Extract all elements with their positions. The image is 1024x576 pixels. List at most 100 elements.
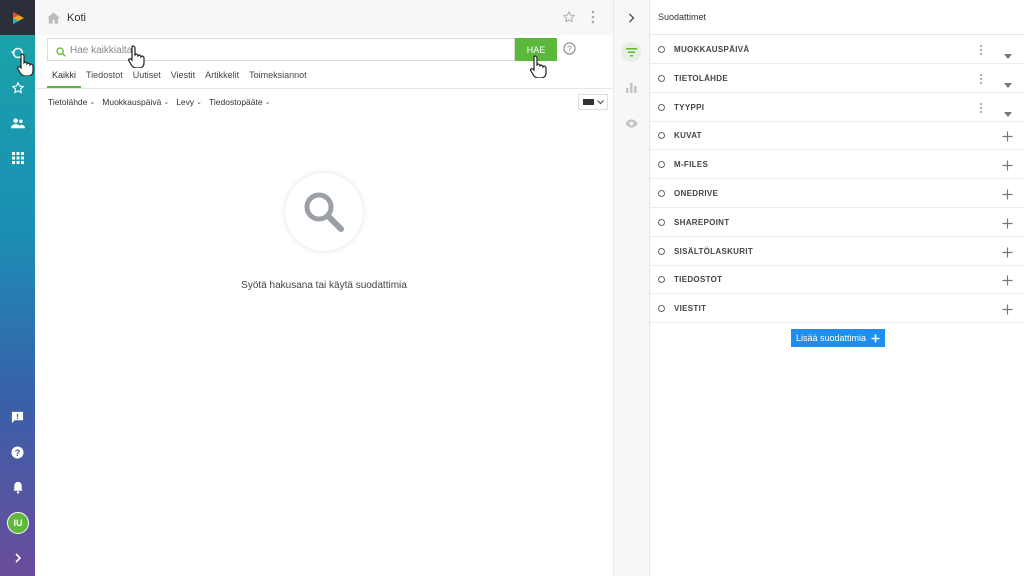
- help-icon[interactable]: ?: [0, 437, 35, 467]
- tab-tiedostot[interactable]: Tiedostot: [81, 66, 128, 88]
- filter-row[interactable]: TIETOLÄHDE: [650, 64, 1024, 93]
- svg-text:?: ?: [15, 447, 21, 457]
- right-rail: [614, 0, 649, 576]
- chevron-down-icon: ⌄: [163, 99, 170, 106]
- filter-row-label: ONEDRIVE: [674, 189, 719, 198]
- more-options-icon[interactable]: [979, 101, 983, 119]
- radio-circle-icon: [658, 74, 665, 82]
- home-icon[interactable]: [47, 11, 60, 29]
- filter-row-label: TIETOLÄHDE: [674, 73, 728, 83]
- tab-toimeksiannot[interactable]: Toimeksiannot: [244, 66, 312, 88]
- filter-row[interactable]: M-FILES: [650, 150, 1024, 180]
- magnifier-icon: [304, 192, 344, 232]
- more-options-icon[interactable]: [979, 43, 983, 61]
- filter-row-label: TIEDOSTOT: [674, 275, 723, 285]
- hand-cursor-icon: [128, 45, 145, 68]
- search-help-icon[interactable]: ?: [563, 42, 576, 60]
- hand-cursor-icon: [17, 53, 34, 76]
- filter-row[interactable]: SHAREPOINT: [650, 208, 1024, 237]
- expand-sidebar-icon[interactable]: [0, 543, 35, 573]
- filter-row-label: VIESTIT: [674, 304, 707, 314]
- view-mode-toggle[interactable]: [578, 94, 608, 110]
- tabs-divider: [35, 88, 613, 89]
- radio-circle-icon: [658, 132, 665, 140]
- list-view-icon: [582, 99, 594, 105]
- top-bar: Koti: [35, 0, 613, 35]
- bell-icon[interactable]: [0, 472, 35, 502]
- filter-row[interactable]: MUOKKAUSPÄIVÄ: [650, 35, 1024, 64]
- filter-icon[interactable]: [621, 42, 641, 62]
- main-content: Koti HAE ? Kaikki Tiedostot Uutiset Vies…: [35, 0, 613, 576]
- filter-row-label: M-FILES: [674, 160, 709, 170]
- filter-row[interactable]: TIEDOSTOT: [650, 265, 1024, 295]
- tab-artikkelit[interactable]: Artikkelit: [200, 66, 244, 88]
- people-icon[interactable]: [0, 108, 35, 138]
- filter-row[interactable]: KUVAT: [650, 121, 1024, 151]
- tab-uutiset[interactable]: Uutiset: [128, 66, 166, 88]
- add-filters-label: Lisää suodattimia: [795, 333, 867, 343]
- more-options-icon[interactable]: [591, 10, 595, 29]
- tab-viestit[interactable]: Viestit: [166, 66, 200, 88]
- filter-tiedostopaate[interactable]: Tiedostopääte ⌄: [209, 97, 270, 107]
- tab-kaikki[interactable]: Kaikki: [47, 66, 82, 88]
- feedback-icon[interactable]: [0, 402, 35, 432]
- filter-levy[interactable]: Levy ⌄: [176, 97, 202, 107]
- filter-muokkauspaiva[interactable]: Muokkauspäivä ⌄: [102, 97, 169, 107]
- plus-icon[interactable]: [1002, 245, 1013, 263]
- filter-tietolahde[interactable]: Tietolähde ⌄: [48, 97, 95, 107]
- plus-icon[interactable]: [1002, 187, 1013, 205]
- empty-state-message: Syötä hakusana tai käytä suodattimia: [241, 280, 407, 291]
- caret-down-icon[interactable]: [1004, 46, 1012, 64]
- caret-down-icon[interactable]: [1004, 104, 1012, 122]
- add-filters-button[interactable]: Lisää suodattimia: [791, 329, 885, 347]
- favorite-star-icon[interactable]: [562, 10, 576, 29]
- filter-row-label: MUOKKAUSPÄIVÄ: [674, 45, 750, 54]
- page-title: Koti: [67, 12, 86, 24]
- filter-label: Tietolähde: [48, 97, 88, 107]
- more-options-icon[interactable]: [979, 72, 983, 90]
- filter-row[interactable]: TYYPPI: [650, 93, 1024, 122]
- collapse-panel-icon[interactable]: [621, 8, 641, 28]
- quick-filters: Tietolähde ⌄ Muokkauspäivä ⌄ Levy ⌄ Tiedost…: [48, 97, 277, 107]
- chevron-down-icon: [596, 99, 604, 104]
- hand-cursor-icon: [530, 55, 547, 78]
- filter-row[interactable]: SISÄLTÖLASKURIT: [650, 237, 1024, 266]
- result-tabs: Kaikki Tiedostot Uutiset Viestit Artikke…: [47, 66, 312, 88]
- filter-row[interactable]: ONEDRIVE: [650, 179, 1024, 208]
- radio-circle-icon: [658, 161, 665, 169]
- radio-circle-icon: [658, 46, 665, 53]
- chevron-down-icon: ⌄: [196, 99, 203, 106]
- plus-icon[interactable]: [1002, 302, 1013, 320]
- filter-row-label: SISÄLTÖLASKURIT: [674, 246, 754, 256]
- filter-row[interactable]: VIESTIT: [650, 294, 1024, 324]
- plus-icon: [871, 334, 880, 342]
- plus-icon[interactable]: [1002, 129, 1013, 147]
- app-sidebar: ? IU: [0, 0, 35, 576]
- caret-down-icon[interactable]: [1004, 75, 1012, 93]
- search-icon: [56, 44, 66, 62]
- svg-text:?: ?: [567, 43, 572, 53]
- filter-label: Muokkauspäivä: [102, 97, 162, 107]
- apps-grid-icon[interactable]: [0, 143, 35, 173]
- preview-eye-icon[interactable]: [621, 113, 641, 133]
- filter-row-label: KUVAT: [674, 131, 702, 141]
- filter-label: Tiedostopääte: [209, 97, 263, 107]
- logo-icon: [12, 11, 24, 24]
- filter-row-label: TYYPPI: [674, 102, 705, 112]
- radio-circle-icon: [658, 305, 665, 313]
- stats-chart-icon[interactable]: [621, 78, 641, 98]
- plus-icon[interactable]: [1002, 158, 1013, 176]
- filter-label: Levy: [176, 97, 195, 107]
- star-icon[interactable]: [0, 73, 35, 103]
- chevron-down-icon: ⌄: [89, 99, 96, 106]
- plus-icon[interactable]: [1002, 273, 1013, 291]
- search-box: [47, 38, 515, 61]
- filter-row-label: SHAREPOINT: [674, 217, 730, 227]
- radio-circle-icon: [658, 276, 665, 284]
- empty-state-illustration: [285, 173, 363, 251]
- plus-icon[interactable]: [1002, 216, 1013, 234]
- radio-circle-icon: [658, 218, 665, 226]
- chevron-down-icon: ⌄: [264, 99, 271, 106]
- app-logo[interactable]: [0, 0, 35, 35]
- user-avatar[interactable]: IU: [7, 512, 29, 534]
